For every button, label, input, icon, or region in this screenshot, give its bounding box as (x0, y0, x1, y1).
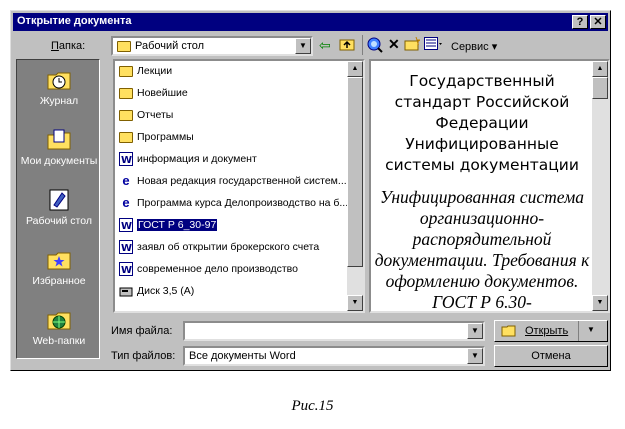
place-history[interactable]: Журнал (17, 64, 101, 122)
up-folder-icon[interactable] (339, 37, 355, 51)
list-item[interactable]: e Программа курса Делопроизводство на б.… (117, 193, 349, 215)
favorites-icon (46, 247, 72, 273)
scroll-thumb[interactable] (592, 77, 608, 99)
svg-text:W: W (121, 221, 132, 231)
file-name: Новая редакция государственной систем... (137, 175, 347, 187)
place-favorites[interactable]: Избранное (17, 244, 101, 302)
new-folder-icon[interactable] (404, 36, 422, 54)
place-web-folders[interactable]: Web-папки (17, 304, 101, 362)
list-item[interactable]: Диск 3,5 (A) (117, 281, 349, 303)
open-folder-icon (501, 324, 517, 341)
list-item[interactable]: Новейшие (117, 83, 349, 105)
file-name: Программа курса Делопроизводство на б... (137, 197, 349, 209)
word-doc-icon: W (119, 262, 133, 276)
open-document-dialog: Открытие документа ? ✕ Папка: Рабочий ст… (10, 10, 611, 371)
dialog-title: Открытие документа (17, 15, 132, 27)
list-item[interactable]: Отчеты (117, 105, 349, 127)
list-item[interactable]: W современное дело производство (117, 259, 349, 281)
back-arrow-icon[interactable]: ⇦ (319, 37, 331, 53)
list-item-selected[interactable]: W ГОСТ Р 6_30-97 (117, 215, 349, 237)
figure-caption: Рис.15 (291, 398, 334, 414)
service-menu[interactable]: Сервис ▾ (451, 40, 497, 53)
filename-label: Имя файла: (111, 325, 173, 337)
scroll-up-icon[interactable]: ▲ (592, 61, 608, 77)
file-list[interactable]: Лекции Новейшие Отчеты Программы W инфор… (113, 59, 365, 313)
filetype-value: Все документы Word (189, 350, 296, 362)
svg-text:W: W (121, 155, 132, 165)
place-my-documents[interactable]: Мои документы (17, 124, 101, 182)
web-folders-icon (46, 307, 72, 333)
list-item[interactable]: Программы (117, 127, 349, 149)
delete-icon[interactable]: ✕ (388, 36, 400, 52)
file-list-scrollbar[interactable]: ▲ ▼ (347, 61, 363, 311)
service-label: Сервис (451, 41, 489, 53)
filetype-label: Тип файлов: (111, 350, 176, 362)
open-label: Открыть (525, 325, 569, 337)
file-name: Лекции (137, 65, 173, 77)
list-item[interactable]: W заявл об открытии брокерского счета (117, 237, 349, 259)
desktop-icon (46, 187, 72, 213)
list-item[interactable]: W информация и документ (117, 149, 349, 171)
file-name: ГОСТ Р 6_30-97 (137, 219, 218, 231)
filetype-dropdown[interactable]: Все документы Word ▼ (183, 346, 485, 366)
place-label: Мои документы (20, 155, 98, 167)
word-doc-icon: W (119, 152, 133, 166)
open-button[interactable]: Открыть ▼ (494, 320, 608, 342)
title-bar: Открытие документа ? ✕ (13, 13, 608, 31)
list-item[interactable]: e Новая редакция государственной систем.… (117, 171, 349, 193)
file-name: Отчеты (137, 109, 174, 121)
floppy-drive-icon (119, 284, 133, 298)
help-button[interactable]: ? (572, 15, 588, 29)
html-doc-icon: e (122, 173, 130, 188)
toolbar-separator (362, 35, 363, 55)
file-name: Новейшие (137, 87, 188, 99)
chevron-down-icon[interactable]: ▼ (467, 323, 483, 339)
file-name: заявл об открытии брокерского счета (137, 241, 320, 253)
list-item[interactable]: Лекции (117, 61, 349, 83)
place-label: Журнал (39, 95, 79, 107)
open-split-divider (578, 321, 579, 341)
folder-icon (117, 41, 131, 52)
chevron-down-icon[interactable]: ▼ (587, 325, 595, 334)
chevron-down-icon[interactable]: ▼ (467, 348, 483, 364)
folder-icon (119, 88, 133, 99)
file-name: Программы (137, 131, 194, 143)
preview-heading: Государственный стандарт Российской Феде… (385, 72, 579, 174)
folder-icon (119, 132, 133, 143)
folder-dropdown[interactable]: Рабочий стол ▼ (111, 36, 313, 56)
places-bar: Журнал Мои документы Рабочий стол Избран… (16, 59, 100, 359)
file-name: Диск 3,5 (A) (137, 285, 195, 297)
folder-icon (119, 110, 133, 121)
history-icon (46, 67, 72, 93)
place-desktop[interactable]: Рабочий стол (17, 184, 101, 242)
cancel-button[interactable]: Отмена (494, 345, 608, 367)
place-label: Web-папки (32, 335, 86, 347)
scroll-up-icon[interactable]: ▲ (347, 61, 363, 77)
html-doc-icon: e (122, 195, 130, 210)
svg-text:W: W (121, 243, 132, 253)
file-name: современное дело производство (137, 263, 298, 275)
my-documents-icon (46, 127, 72, 153)
search-web-icon[interactable] (367, 37, 383, 56)
place-label: Избранное (32, 275, 86, 287)
word-doc-icon: W (119, 240, 133, 254)
preview-body: Унифицированная система организационно-р… (374, 187, 590, 309)
word-doc-icon: W (119, 218, 133, 232)
folder-icon (119, 66, 133, 77)
close-button[interactable]: ✕ (590, 15, 606, 29)
svg-text:W: W (121, 265, 132, 275)
views-icon[interactable] (424, 37, 442, 54)
scroll-thumb[interactable] (347, 77, 363, 267)
preview-pane: Государственный стандарт Российской Феде… (369, 59, 610, 313)
place-label: Рабочий стол (26, 215, 92, 227)
chevron-down-icon[interactable]: ▼ (295, 38, 311, 54)
preview-scrollbar[interactable]: ▲ ▼ (592, 61, 608, 311)
filename-input[interactable]: ▼ (183, 321, 485, 341)
folder-label-rest: апка: (58, 40, 86, 52)
scroll-down-icon[interactable]: ▼ (592, 295, 608, 311)
scroll-down-icon[interactable]: ▼ (347, 295, 363, 311)
folder-label: Папка: (51, 40, 86, 52)
file-name: информация и документ (137, 153, 257, 165)
folder-value: Рабочий стол (135, 40, 205, 52)
